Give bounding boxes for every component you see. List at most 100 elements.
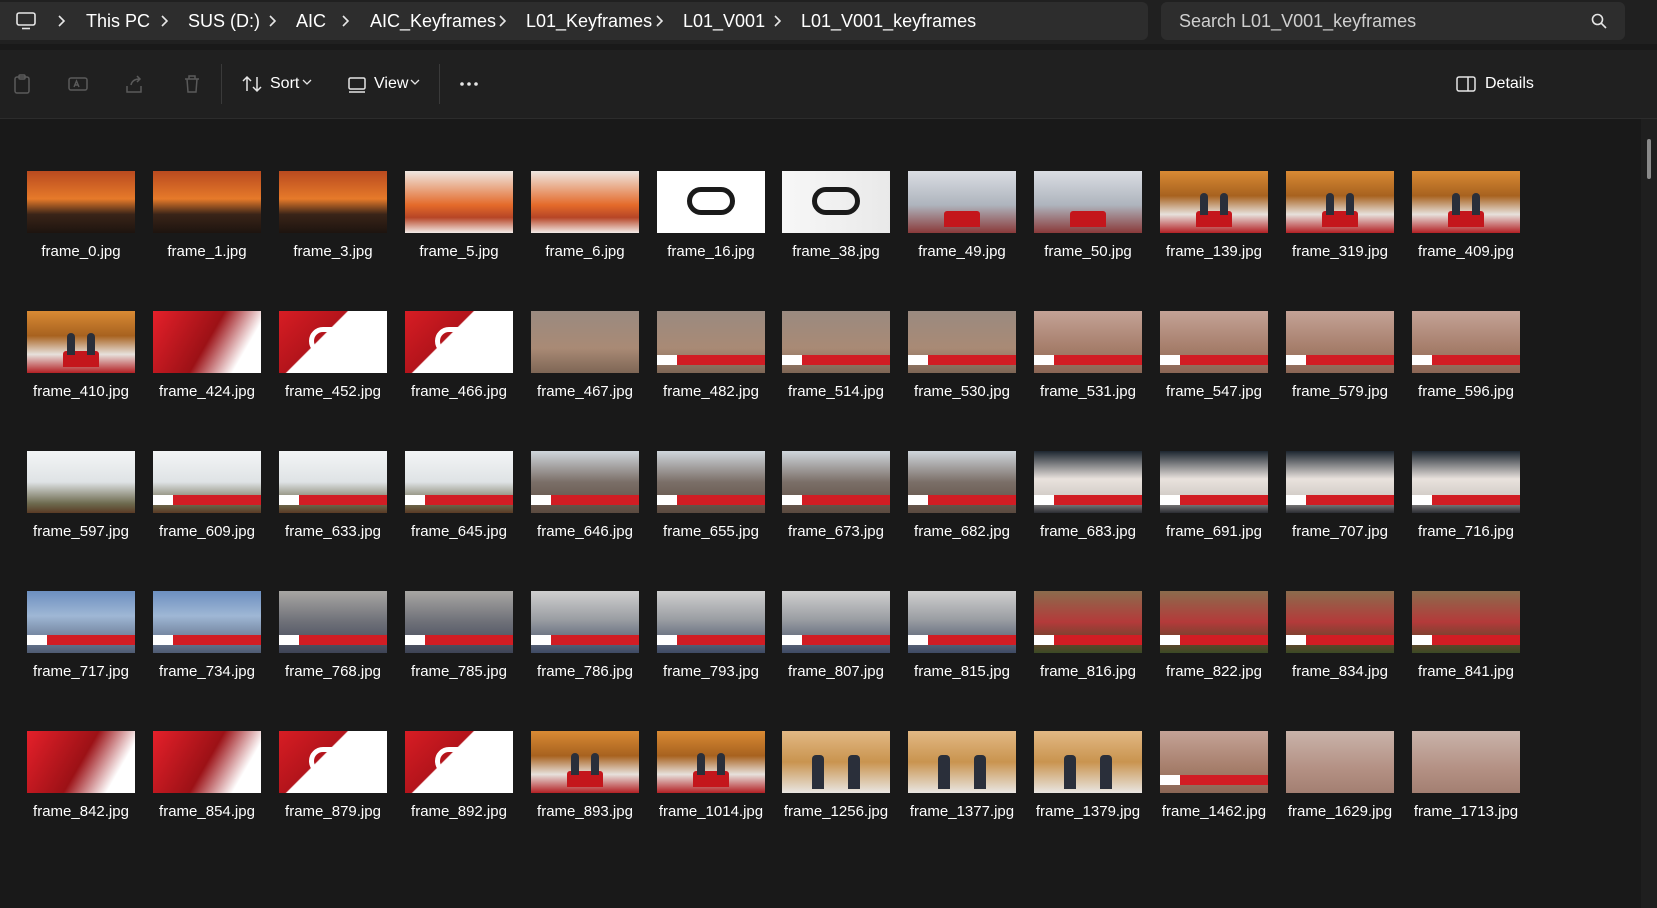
breadcrumb-item-aic[interactable]: AIC bbox=[296, 2, 326, 40]
breadcrumb-item-aic-keyframes[interactable]: AIC_Keyframes bbox=[370, 2, 496, 40]
file-item[interactable]: frame_1629.jpg bbox=[1276, 731, 1402, 851]
breadcrumb-item-this-pc[interactable]: This PC bbox=[86, 2, 150, 40]
details-pane-icon[interactable] bbox=[1455, 73, 1477, 95]
breadcrumb[interactable]: This PC SUS (D:) AIC AIC_Keyframes L01_K… bbox=[0, 2, 1148, 40]
file-item[interactable]: frame_466.jpg bbox=[395, 311, 521, 431]
more-options-icon[interactable] bbox=[458, 73, 480, 95]
file-item[interactable]: frame_879.jpg bbox=[269, 731, 395, 851]
file-item[interactable]: frame_892.jpg bbox=[395, 731, 521, 851]
file-item[interactable]: frame_410.jpg bbox=[17, 311, 143, 431]
file-item[interactable]: frame_409.jpg bbox=[1402, 171, 1528, 291]
file-item[interactable]: frame_3.jpg bbox=[269, 171, 395, 291]
file-item[interactable]: frame_50.jpg bbox=[1024, 171, 1150, 291]
file-item[interactable]: frame_816.jpg bbox=[1024, 591, 1150, 711]
file-item[interactable]: frame_707.jpg bbox=[1276, 451, 1402, 571]
file-item[interactable]: frame_16.jpg bbox=[647, 171, 773, 291]
share-icon[interactable] bbox=[124, 73, 146, 95]
sort-icon[interactable] bbox=[241, 73, 263, 95]
file-item[interactable]: frame_139.jpg bbox=[1150, 171, 1276, 291]
file-item[interactable]: frame_786.jpg bbox=[521, 591, 647, 711]
file-item[interactable]: frame_842.jpg bbox=[17, 731, 143, 851]
chevron-down-icon[interactable] bbox=[409, 76, 421, 88]
chevron-down-icon[interactable] bbox=[301, 76, 313, 88]
file-item[interactable]: frame_531.jpg bbox=[1024, 311, 1150, 431]
file-item[interactable]: frame_609.jpg bbox=[143, 451, 269, 571]
file-item[interactable]: frame_1713.jpg bbox=[1402, 731, 1528, 851]
file-item[interactable]: frame_482.jpg bbox=[647, 311, 773, 431]
chevron-right-icon[interactable] bbox=[495, 14, 509, 28]
file-item[interactable]: frame_514.jpg bbox=[772, 311, 898, 431]
file-item[interactable]: frame_785.jpg bbox=[395, 591, 521, 711]
file-item[interactable]: frame_893.jpg bbox=[521, 731, 647, 851]
file-item[interactable]: frame_655.jpg bbox=[647, 451, 773, 571]
file-item[interactable]: frame_579.jpg bbox=[1276, 311, 1402, 431]
file-item[interactable]: frame_596.jpg bbox=[1402, 311, 1528, 431]
file-item[interactable]: frame_807.jpg bbox=[772, 591, 898, 711]
file-item[interactable]: frame_691.jpg bbox=[1150, 451, 1276, 571]
file-item[interactable]: frame_452.jpg bbox=[269, 311, 395, 431]
file-item[interactable]: frame_1462.jpg bbox=[1150, 731, 1276, 851]
file-item[interactable]: frame_815.jpg bbox=[898, 591, 1024, 711]
search-icon[interactable] bbox=[1591, 13, 1607, 29]
file-name: frame_6.jpg bbox=[545, 243, 625, 260]
search-input[interactable]: Search L01_V001_keyframes bbox=[1179, 2, 1416, 40]
file-item[interactable]: frame_597.jpg bbox=[17, 451, 143, 571]
file-item[interactable]: frame_6.jpg bbox=[521, 171, 647, 291]
file-thumbnail bbox=[531, 311, 639, 373]
file-item[interactable]: frame_646.jpg bbox=[521, 451, 647, 571]
file-item[interactable]: frame_530.jpg bbox=[898, 311, 1024, 431]
file-item[interactable]: frame_734.jpg bbox=[143, 591, 269, 711]
file-item[interactable]: frame_768.jpg bbox=[269, 591, 395, 711]
chevron-right-icon[interactable] bbox=[54, 14, 68, 28]
view-button[interactable]: View bbox=[374, 73, 408, 95]
paste-icon[interactable] bbox=[11, 73, 33, 95]
file-item[interactable]: frame_793.jpg bbox=[647, 591, 773, 711]
file-item[interactable]: frame_841.jpg bbox=[1402, 591, 1528, 711]
breadcrumb-item-l01-v001-keyframes[interactable]: L01_V001_keyframes bbox=[801, 2, 976, 40]
file-item[interactable]: frame_1379.jpg bbox=[1024, 731, 1150, 851]
file-item[interactable]: frame_49.jpg bbox=[898, 171, 1024, 291]
chevron-right-icon[interactable] bbox=[265, 14, 279, 28]
search-box[interactable]: Search L01_V001_keyframes bbox=[1161, 2, 1625, 40]
file-item[interactable]: frame_682.jpg bbox=[898, 451, 1024, 571]
breadcrumb-item-l01-v001[interactable]: L01_V001 bbox=[683, 2, 765, 40]
file-item[interactable]: frame_633.jpg bbox=[269, 451, 395, 571]
anchor-figure bbox=[1100, 755, 1112, 789]
file-item[interactable]: frame_5.jpg bbox=[395, 171, 521, 291]
file-name: frame_530.jpg bbox=[914, 383, 1010, 400]
file-item[interactable]: frame_0.jpg bbox=[17, 171, 143, 291]
file-item[interactable]: frame_717.jpg bbox=[17, 591, 143, 711]
file-item[interactable]: frame_716.jpg bbox=[1402, 451, 1528, 571]
file-item[interactable]: frame_822.jpg bbox=[1150, 591, 1276, 711]
chevron-right-icon[interactable] bbox=[338, 14, 352, 28]
vertical-scrollbar[interactable] bbox=[1641, 119, 1657, 908]
view-icon[interactable] bbox=[346, 73, 368, 95]
lower-third-banner bbox=[405, 495, 513, 505]
chevron-right-icon[interactable] bbox=[770, 14, 784, 28]
this-pc-icon[interactable] bbox=[16, 12, 36, 30]
file-item[interactable]: frame_645.jpg bbox=[395, 451, 521, 571]
breadcrumb-item-sus-d[interactable]: SUS (D:) bbox=[188, 2, 260, 40]
file-item[interactable]: frame_424.jpg bbox=[143, 311, 269, 431]
file-item[interactable]: frame_854.jpg bbox=[143, 731, 269, 851]
rename-icon[interactable] bbox=[67, 73, 89, 95]
file-item[interactable]: frame_38.jpg bbox=[772, 171, 898, 291]
file-item[interactable]: frame_1256.jpg bbox=[772, 731, 898, 851]
chevron-right-icon[interactable] bbox=[157, 14, 171, 28]
file-item[interactable]: frame_319.jpg bbox=[1276, 171, 1402, 291]
file-item[interactable]: frame_834.jpg bbox=[1276, 591, 1402, 711]
chevron-right-icon[interactable] bbox=[652, 14, 666, 28]
file-item[interactable]: frame_683.jpg bbox=[1024, 451, 1150, 571]
file-item[interactable]: frame_547.jpg bbox=[1150, 311, 1276, 431]
scrollbar-thumb[interactable] bbox=[1647, 139, 1651, 179]
breadcrumb-item-l01-keyframes[interactable]: L01_Keyframes bbox=[526, 2, 652, 40]
details-button[interactable]: Details bbox=[1485, 73, 1534, 95]
file-item[interactable]: frame_467.jpg bbox=[521, 311, 647, 431]
file-item[interactable]: frame_1.jpg bbox=[143, 171, 269, 291]
file-thumbnail bbox=[27, 731, 135, 793]
file-item[interactable]: frame_1014.jpg bbox=[647, 731, 773, 851]
sort-button[interactable]: Sort bbox=[270, 73, 299, 95]
delete-icon[interactable] bbox=[181, 73, 203, 95]
file-item[interactable]: frame_1377.jpg bbox=[898, 731, 1024, 851]
file-item[interactable]: frame_673.jpg bbox=[772, 451, 898, 571]
